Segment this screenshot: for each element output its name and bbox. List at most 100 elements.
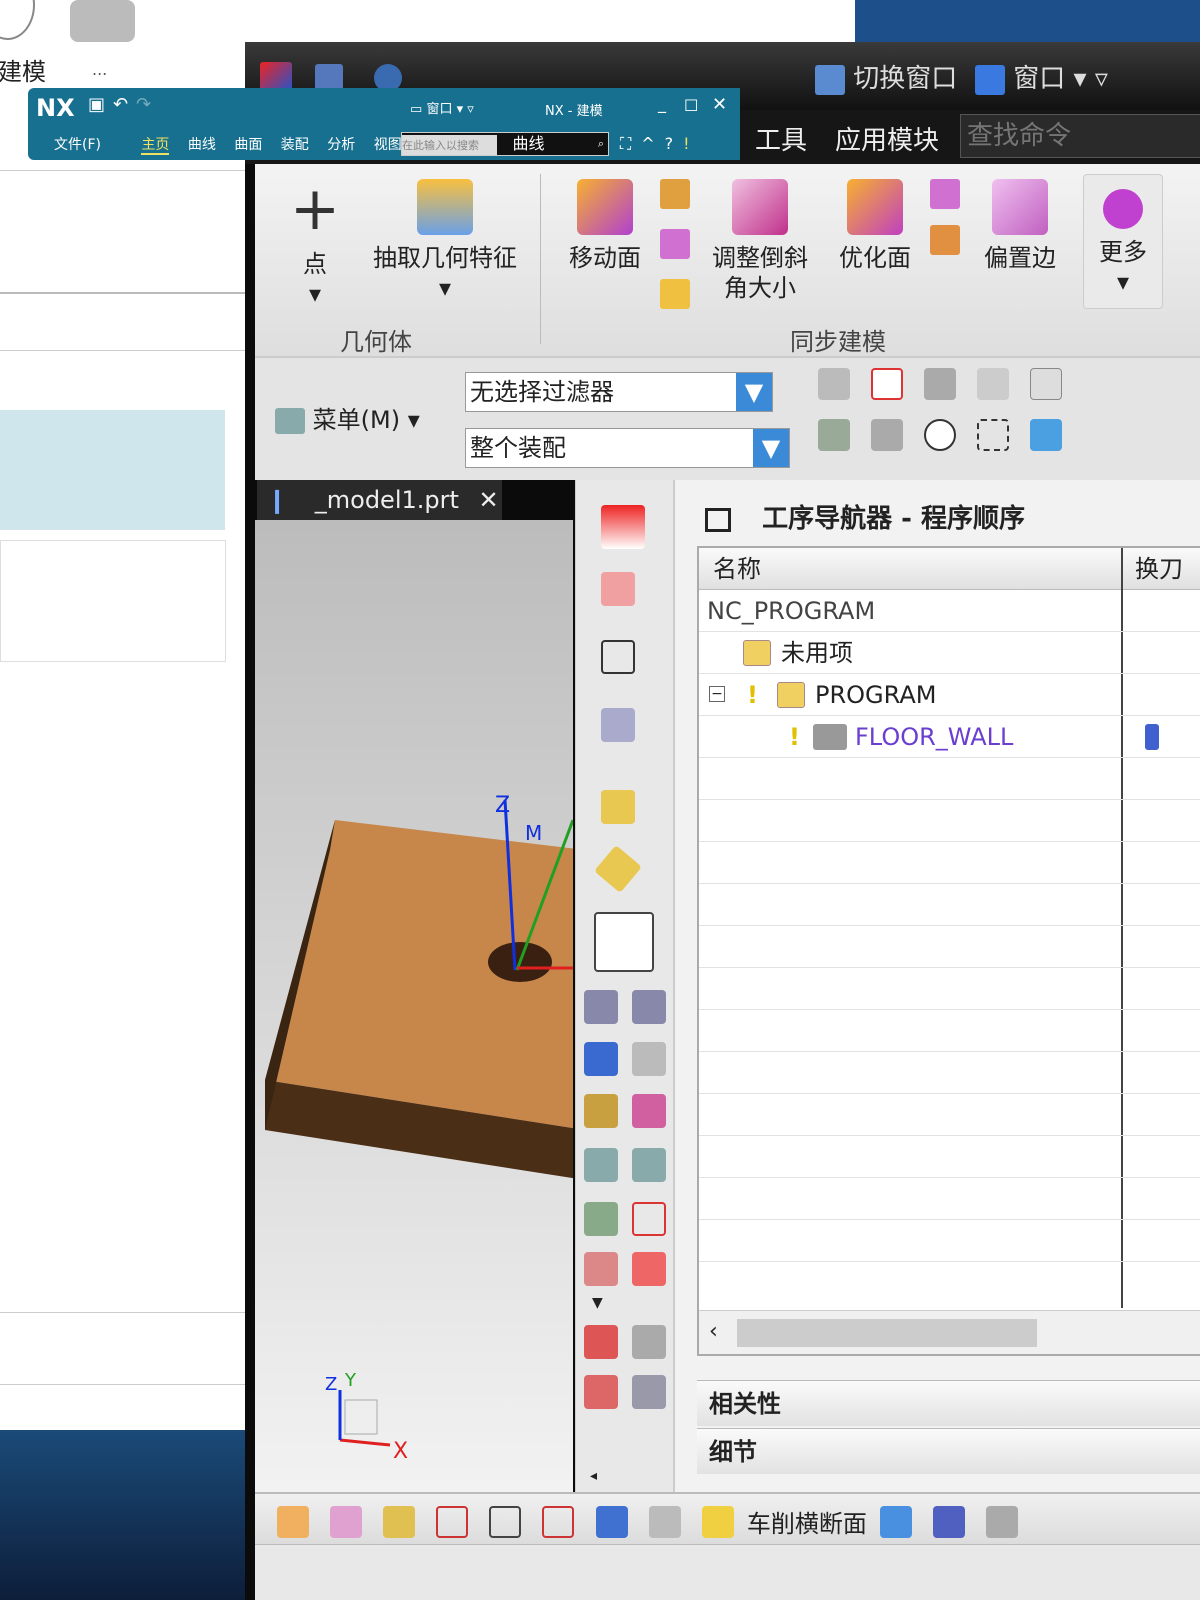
- machine-tool-view-icon[interactable]: [584, 990, 618, 1024]
- cube-view-icon[interactable]: [601, 505, 645, 549]
- curve-icon[interactable]: [584, 1252, 618, 1286]
- tree-row[interactable]: − ! PROGRAM: [699, 674, 1200, 716]
- curve-icon[interactable]: [632, 1252, 666, 1286]
- point-icon[interactable]: [632, 1375, 666, 1409]
- measure-icon[interactable]: [601, 790, 635, 824]
- tab-home[interactable]: 主页: [141, 137, 170, 155]
- minimize-button[interactable]: _: [658, 94, 666, 113]
- layer-icon[interactable]: [632, 1148, 666, 1182]
- alert-icon[interactable]: !: [683, 134, 699, 153]
- panel-related[interactable]: 相关性: [697, 1380, 1200, 1426]
- toolbar-icon[interactable]: [648, 1505, 681, 1538]
- scope-dropdown[interactable]: 整个装配 ▼: [465, 428, 790, 468]
- rectangle-select-icon[interactable]: [977, 419, 1010, 451]
- column-name-header[interactable]: 名称: [713, 548, 761, 590]
- snap-point-icon[interactable]: [871, 368, 904, 400]
- tree-row[interactable]: ! FLOOR_WALL: [699, 716, 1200, 758]
- toolbar-icon[interactable]: [330, 1505, 363, 1538]
- maximize-button[interactable]: ☐: [684, 96, 698, 115]
- ribbon-label-modeling[interactable]: 建模: [0, 52, 46, 87]
- sync-small-icon[interactable]: [660, 179, 690, 209]
- views-icon[interactable]: [601, 640, 635, 674]
- scroll-left-icon[interactable]: ‹: [709, 1319, 718, 1344]
- tab-curve[interactable]: 曲线: [188, 137, 216, 153]
- part-tab[interactable]: ❙ _model1.prt ✕: [257, 480, 502, 520]
- overlay-window-menu[interactable]: ▭ 窗口 ▾ ▿: [410, 98, 474, 117]
- command-search-input[interactable]: [960, 114, 1200, 158]
- collapse-icon[interactable]: −: [709, 686, 725, 702]
- csys-icon[interactable]: [601, 572, 635, 606]
- selected-list-item[interactable]: [0, 410, 225, 530]
- maximize-panel-icon[interactable]: [705, 507, 731, 532]
- extract-geometry-button[interactable]: 抽取几何特征 ▾: [365, 179, 525, 303]
- column-toolchange-header[interactable]: 换刀: [1135, 548, 1183, 590]
- more-button[interactable]: 更多 ▾: [1083, 174, 1163, 309]
- tab-surface[interactable]: 曲面: [234, 137, 262, 153]
- curve-icon[interactable]: [584, 1325, 618, 1359]
- toolbar-icon[interactable]: [933, 1505, 966, 1538]
- chevron-down-icon[interactable]: ▼: [592, 1295, 603, 1311]
- toolbar-icon[interactable]: [595, 1505, 628, 1538]
- curve-icon[interactable]: [632, 1325, 666, 1359]
- search-icon[interactable]: ⌕: [598, 133, 604, 155]
- redo-icon[interactable]: ↷: [136, 94, 159, 115]
- undo-icon[interactable]: ↶: [113, 94, 136, 115]
- toolbar-icon[interactable]: [986, 1505, 1019, 1538]
- toolbar-icon[interactable]: [436, 1505, 469, 1538]
- collapse-arrow-icon[interactable]: ◂: [590, 1468, 597, 1484]
- tab-assembly[interactable]: 装配: [281, 137, 309, 153]
- toolbar-icon[interactable]: [542, 1505, 575, 1538]
- tab-file[interactable]: 文件(F): [54, 137, 101, 153]
- library-icon[interactable]: [584, 1094, 618, 1128]
- point-button[interactable]: + 点 ▾: [280, 179, 350, 309]
- turn-cross-section-button[interactable]: 车削横断面: [747, 1510, 867, 1538]
- point-icon[interactable]: [584, 1375, 618, 1409]
- origin-icon[interactable]: [601, 708, 635, 742]
- sync-small-icon[interactable]: [930, 225, 960, 255]
- geometry-view-icon[interactable]: [632, 990, 666, 1024]
- snap-icon[interactable]: [977, 368, 1010, 400]
- menu-application[interactable]: 应用模块: [835, 120, 939, 157]
- menu-tools[interactable]: 工具: [755, 120, 807, 157]
- resize-chamfer-button[interactable]: 调整倒斜角大小: [705, 179, 815, 303]
- toolbar-icon[interactable]: [879, 1505, 912, 1538]
- hexagon-icon[interactable]: [924, 419, 957, 451]
- toolbar-icon[interactable]: [277, 1505, 309, 1538]
- menu-button[interactable]: 菜单(M) ▾: [275, 400, 420, 435]
- window-menu-button[interactable]: 窗口 ▾ ▿: [975, 58, 1108, 95]
- switch-window-button[interactable]: 切换窗口: [815, 58, 957, 95]
- operation-navigator-icon[interactable]: [594, 912, 654, 972]
- shape-icon[interactable]: [632, 1202, 666, 1236]
- sync-small-icon[interactable]: [930, 179, 960, 209]
- ruler-icon[interactable]: [594, 845, 642, 893]
- tab-analysis[interactable]: 分析: [327, 137, 355, 153]
- tab-view[interactable]: 视图: [374, 137, 402, 153]
- save-icon[interactable]: ▣: [88, 94, 113, 115]
- panel-details[interactable]: 细节: [697, 1428, 1200, 1474]
- part-icon[interactable]: [584, 1042, 618, 1076]
- horizontal-scrollbar[interactable]: ‹: [699, 1310, 1200, 1354]
- move-face-button[interactable]: 移动面: [560, 179, 650, 273]
- tree-row[interactable]: 未用项: [699, 632, 1200, 674]
- scrollbar-thumb[interactable]: [737, 1319, 1037, 1347]
- overlay-search-box[interactable]: 在此输入以搜索 曲线 ⌕: [401, 132, 609, 156]
- snap-icon[interactable]: [924, 368, 957, 400]
- sync-small-icon[interactable]: [660, 279, 690, 309]
- sync-small-icon[interactable]: [660, 229, 690, 259]
- filter-icon[interactable]: [818, 419, 850, 451]
- toolbar-icon[interactable]: [489, 1505, 522, 1538]
- close-icon[interactable]: ✕: [479, 486, 499, 514]
- snap-icon[interactable]: [818, 368, 850, 400]
- tree-row[interactable]: NC_PROGRAM: [699, 590, 1200, 632]
- fullscreen-icon[interactable]: ⛶: [620, 134, 641, 153]
- layer-icon[interactable]: [584, 1148, 618, 1182]
- type-filter-dropdown[interactable]: 无选择过滤器 ▼: [465, 372, 773, 412]
- graphics-viewport[interactable]: Z M X Y Z: [255, 520, 573, 1492]
- more-label[interactable]: ...: [92, 60, 107, 79]
- help-icon[interactable]: ?: [665, 134, 684, 153]
- sheet-icon[interactable]: [632, 1042, 666, 1076]
- filter-icon[interactable]: [871, 419, 904, 451]
- tool-icon[interactable]: [632, 1094, 666, 1128]
- optimize-face-button[interactable]: 优化面: [830, 179, 920, 273]
- cube-icon[interactable]: [1030, 419, 1063, 451]
